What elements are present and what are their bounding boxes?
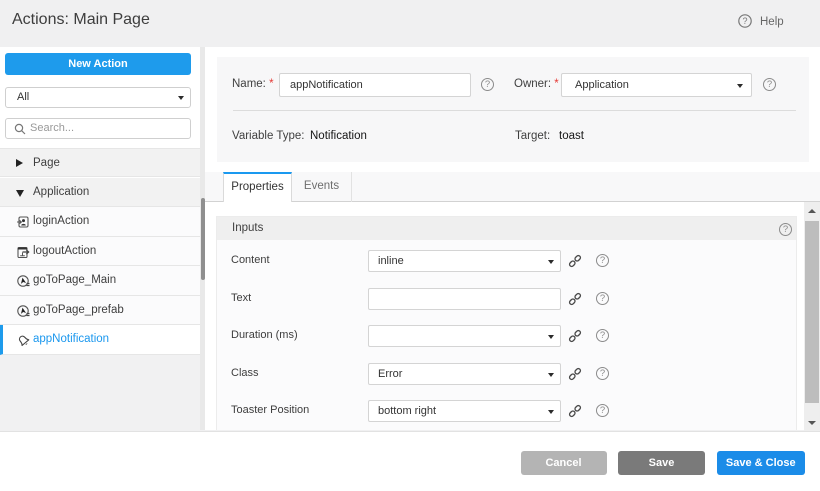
svg-text:?: ? bbox=[742, 16, 747, 26]
